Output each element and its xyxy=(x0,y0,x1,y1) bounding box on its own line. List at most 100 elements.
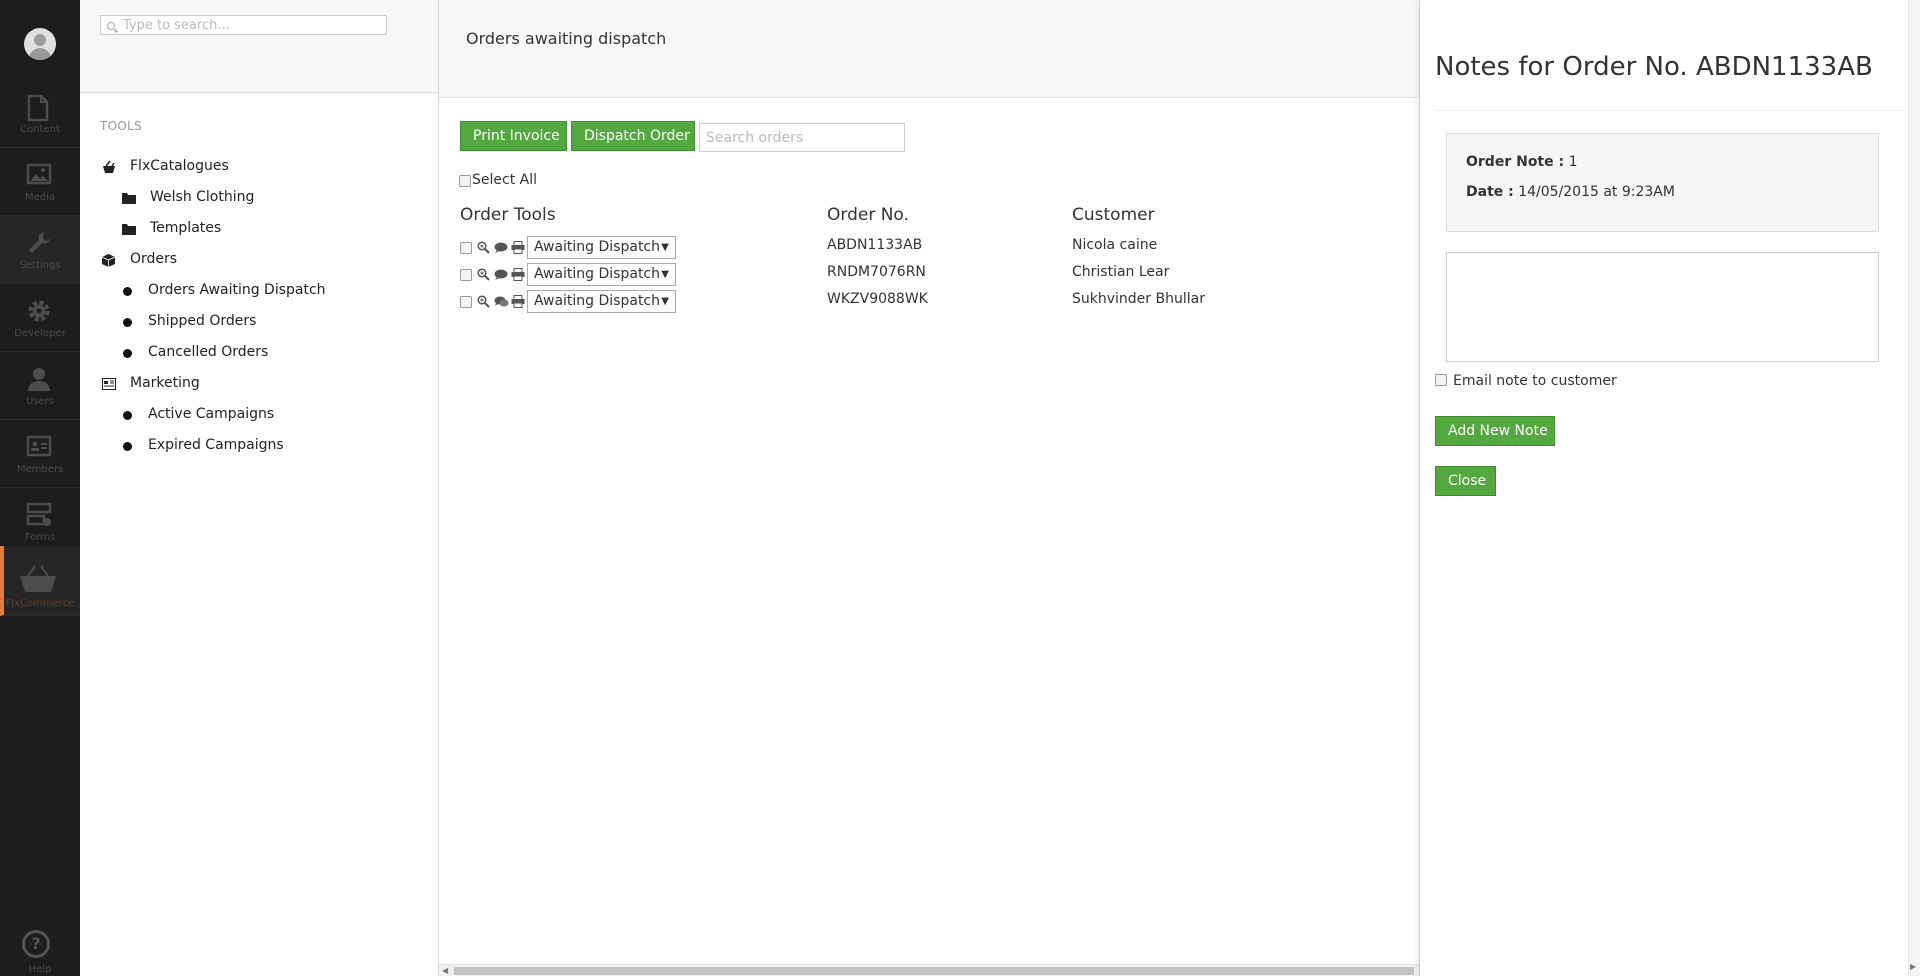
search-orders-input[interactable] xyxy=(700,124,904,151)
folder-icon xyxy=(122,193,136,204)
search-icon xyxy=(107,22,115,30)
rail-label: FlxCommerce xyxy=(5,598,75,609)
note-card: Order Note : 1 Date : 14/05/2015 at 9:23… xyxy=(1446,133,1879,232)
forms-icon xyxy=(26,502,52,526)
select-all-checkbox[interactable] xyxy=(459,175,471,187)
zoom-icon[interactable] xyxy=(477,295,490,308)
app-rail: Content Media Settings Developer Users M… xyxy=(0,0,80,976)
rail-item-media[interactable]: Media xyxy=(0,148,80,216)
close-button[interactable]: Close xyxy=(1435,466,1496,496)
note-date-row: Date : 14/05/2015 at 9:23AM xyxy=(1466,184,1675,200)
note-value: 1 xyxy=(1568,154,1578,170)
customer-name: Sukhvinder Bhullar xyxy=(1072,291,1205,307)
tree-node-shipped-orders[interactable]: Shipped Orders xyxy=(148,313,256,329)
wrench-icon xyxy=(29,232,50,253)
divider xyxy=(1435,110,1903,111)
column-header-tools: Order Tools xyxy=(460,205,556,225)
rail-label: Developer xyxy=(14,328,66,339)
zoom-icon[interactable] xyxy=(477,268,490,281)
customer-name: Nicola caine xyxy=(1072,237,1158,253)
select-all-label: Select All xyxy=(472,172,537,188)
scroll-left-icon[interactable]: ◀ xyxy=(442,965,448,976)
date-label: Date : xyxy=(1466,184,1514,200)
rail-item-users[interactable]: Users xyxy=(0,352,80,420)
bullet-icon xyxy=(123,442,132,451)
rail-label: Help xyxy=(28,964,52,975)
dispatch-order-button[interactable]: Dispatch Order xyxy=(571,121,695,151)
column-header-customer: Customer xyxy=(1072,205,1155,225)
caret-down-icon: ▼ xyxy=(661,269,669,280)
tree-node-templates[interactable]: Templates xyxy=(150,220,221,236)
page-title: Orders awaiting dispatch xyxy=(466,29,667,48)
status-value: Awaiting Dispatch xyxy=(534,266,661,282)
order-status-select[interactable]: Awaiting Dispatch ▼ xyxy=(527,290,676,313)
printer-icon[interactable] xyxy=(511,295,525,308)
date-value: 14/05/2015 at 9:23AM xyxy=(1518,184,1675,200)
comment-icon[interactable] xyxy=(494,242,508,254)
rail-label: Users xyxy=(25,396,54,407)
vertical-scrollbar[interactable]: ▶ xyxy=(1908,0,1920,976)
help-button[interactable]: ? Help xyxy=(0,928,80,976)
tools-section-title: TOOLS xyxy=(100,119,143,133)
main-header: Orders awaiting dispatch xyxy=(439,0,1420,98)
bullet-icon xyxy=(123,318,132,327)
tree-node-orders-awaiting-dispatch[interactable]: Orders Awaiting Dispatch xyxy=(148,282,326,298)
order-number: RNDM7076RN xyxy=(827,264,926,280)
customer-name: Christian Lear xyxy=(1072,264,1170,280)
zoom-icon[interactable] xyxy=(477,241,490,254)
comment-icon[interactable] xyxy=(494,269,508,281)
rail-item-members[interactable]: Members xyxy=(0,420,80,488)
rail-item-flxcommerce[interactable]: FlxCommerce xyxy=(0,546,80,616)
rail-label: Media xyxy=(24,192,56,203)
order-status-select[interactable]: Awaiting Dispatch ▼ xyxy=(527,236,676,259)
order-status-select[interactable]: Awaiting Dispatch ▼ xyxy=(527,263,676,286)
row-checkbox[interactable] xyxy=(460,269,472,281)
row-checkbox[interactable] xyxy=(460,242,472,254)
printer-icon[interactable] xyxy=(511,268,525,281)
email-note-label: Email note to customer xyxy=(1453,373,1617,389)
rail-item-settings[interactable]: Settings xyxy=(0,216,80,284)
scroll-right-icon[interactable]: ▶ xyxy=(1910,962,1916,971)
caret-down-icon: ▼ xyxy=(661,296,669,307)
tree-node-welsh-clothing[interactable]: Welsh Clothing xyxy=(150,189,254,205)
tree-node-orders[interactable]: Orders xyxy=(130,251,177,267)
rail-label: Members xyxy=(16,464,64,475)
printer-icon[interactable] xyxy=(511,241,525,254)
column-header-order-no: Order No. xyxy=(827,205,909,225)
tree-node-cancelled-orders[interactable]: Cancelled Orders xyxy=(148,344,268,360)
tree-header xyxy=(80,0,438,93)
marketing-icon xyxy=(102,378,116,390)
print-invoice-button[interactable]: Print Invoice xyxy=(460,121,567,151)
tree-node-marketing[interactable]: Marketing xyxy=(130,375,200,391)
horizontal-scrollbar[interactable]: ◀ xyxy=(439,964,1420,976)
email-note-row: Email note to customer xyxy=(1435,373,1617,389)
new-note-textarea[interactable] xyxy=(1446,252,1879,362)
note-number-row: Order Note : 1 xyxy=(1466,154,1577,170)
status-value: Awaiting Dispatch xyxy=(534,293,661,309)
rail-label: Content xyxy=(20,124,60,135)
rail-item-developer[interactable]: Developer xyxy=(0,284,80,352)
user-icon xyxy=(28,368,50,391)
tree-node-flxcatalogues[interactable]: FlxCatalogues xyxy=(130,158,229,174)
bullet-icon xyxy=(123,349,132,358)
scrollbar-thumb[interactable] xyxy=(454,967,1414,975)
add-new-note-button[interactable]: Add New Note xyxy=(1435,416,1555,446)
tree-search-box xyxy=(100,15,387,35)
tree-node-active-campaigns[interactable]: Active Campaigns xyxy=(148,406,274,422)
user-avatar[interactable] xyxy=(24,28,56,60)
catalogue-icon xyxy=(103,160,115,173)
tree-panel: TOOLS FlxCatalogues Welsh Clothing Templ… xyxy=(80,0,439,976)
tree-node-expired-campaigns[interactable]: Expired Campaigns xyxy=(148,437,284,453)
order-number: WKZV9088WK xyxy=(827,291,928,307)
tree-search-input[interactable] xyxy=(123,16,383,34)
status-value: Awaiting Dispatch xyxy=(534,239,661,255)
caret-down-icon: ▼ xyxy=(661,242,669,253)
rail-item-content[interactable]: Content xyxy=(0,80,80,148)
rail-label: Settings xyxy=(19,260,61,271)
rail-label: Forms xyxy=(24,532,56,543)
note-label: Order Note : xyxy=(1466,154,1565,170)
basket-icon xyxy=(20,565,56,592)
comments-icon[interactable] xyxy=(494,296,509,308)
row-checkbox[interactable] xyxy=(460,296,472,308)
email-note-checkbox[interactable] xyxy=(1435,374,1447,386)
